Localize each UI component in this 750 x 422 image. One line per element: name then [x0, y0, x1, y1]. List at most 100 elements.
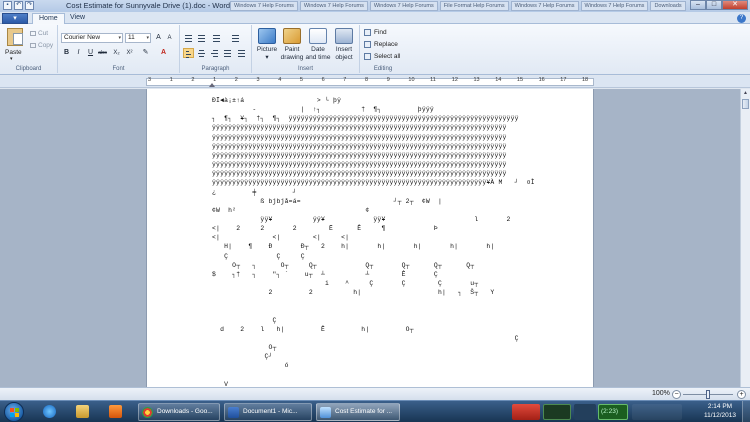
ruler-number: 2	[191, 77, 195, 83]
document-line: ó	[212, 362, 289, 370]
taskbar-window-cost-estimate[interactable]: Cost Estimate for ...	[316, 403, 400, 421]
show-desktop-button[interactable]	[742, 401, 750, 422]
left-indent-marker[interactable]	[209, 83, 215, 87]
system-tray-icons[interactable]	[632, 404, 682, 420]
window-title: Cost Estimate for Sunnyvale Drive (1).do…	[66, 1, 244, 10]
scroll-thumb[interactable]	[742, 99, 749, 109]
clock-time[interactable]: 2:14 PM	[700, 403, 740, 410]
zoom-out-button[interactable]: −	[672, 390, 681, 399]
document-line: ß bjbjå=á= ┘┬ 2┬ ¢W |	[212, 197, 442, 205]
find-label: Find	[374, 29, 387, 37]
start-button[interactable]	[4, 402, 24, 422]
picture-icon	[258, 28, 276, 44]
underline-button[interactable]: U	[85, 48, 96, 58]
scissors-icon	[30, 30, 36, 36]
background-tab: File Format Help Forums	[439, 1, 509, 11]
document-page[interactable]: ÐÏ◄à¡±↑á > └ þÿ - | ↑┐ † ¶┐ þÿÿÿ ┐ ¶┐ ¥┐ …	[146, 89, 594, 387]
subscript-button[interactable]: X₂	[111, 48, 122, 58]
bold-button[interactable]: B	[61, 48, 72, 58]
background-tab: Windows 7 Help Forums	[580, 1, 649, 11]
paste-dropdown-icon[interactable]: ▾	[10, 56, 13, 62]
maximize-button[interactable]: □	[706, 0, 722, 10]
document-line: ÿÿ¥ ÿÿ¥ ÿÿ¥ l 2	[212, 215, 511, 223]
tray-badge[interactable]: (2:23)	[598, 404, 628, 420]
select-all-button[interactable]: Select all	[364, 53, 400, 60]
decrease-indent-button[interactable]	[183, 33, 194, 43]
align-right-button[interactable]	[209, 48, 220, 58]
chrome-icon	[142, 407, 153, 418]
taskbar-window-downloads[interactable]: Downloads - Goo...	[138, 403, 220, 421]
redo-icon[interactable]: ↷	[25, 1, 34, 10]
save-icon[interactable]: ▪	[3, 1, 12, 10]
zoom-slider-thumb[interactable]	[706, 390, 710, 399]
ruler-number: 4	[278, 77, 282, 83]
editing-group-label: Editing	[373, 66, 393, 72]
document-line: 2 2 h| h| ┐ Š┬ Y	[212, 289, 495, 297]
close-button[interactable]: ✕	[722, 0, 748, 10]
zoom-in-button[interactable]: +	[737, 390, 746, 399]
font-size-value: 11	[128, 34, 135, 41]
find-button[interactable]: Find	[364, 29, 387, 36]
ruler-number: 1	[169, 77, 173, 83]
insert-picture-button[interactable]: Picture ▾	[254, 28, 280, 61]
insert-object-button[interactable]: Insert object	[331, 28, 357, 61]
tab-view[interactable]: View	[64, 13, 91, 24]
grow-font-button[interactable]: A	[153, 33, 164, 43]
date-time-button[interactable]: Date and time	[305, 28, 331, 61]
paste-button[interactable]: Paste	[5, 49, 22, 56]
background-tab: Windows 7 Help Forums	[299, 1, 368, 11]
tray-arrow-icon[interactable]	[574, 404, 596, 420]
office-tray-icon[interactable]	[512, 404, 540, 420]
paste-icon[interactable]	[7, 28, 23, 46]
font-family-select[interactable]: Courier New ▾	[61, 33, 123, 43]
highlight-button[interactable]: ✎	[140, 48, 151, 58]
document-line: Ç	[212, 316, 277, 324]
paragraph-settings-button[interactable]	[236, 48, 247, 58]
strikethrough-button[interactable]: abc	[97, 48, 108, 58]
paint-icon	[283, 28, 301, 44]
align-left-button[interactable]	[183, 48, 194, 58]
document-line: - | ↑┐ † ¶┐ þÿÿÿ	[212, 106, 434, 114]
increase-indent-button[interactable]	[196, 33, 207, 43]
media-player-button[interactable]	[101, 403, 131, 421]
clock-date[interactable]: 11/12/2013	[700, 412, 740, 419]
align-center-button[interactable]	[196, 48, 207, 58]
document-line: ┐ ¶┐ ¥┐ †┐ ¶┐ ÿÿÿÿÿÿÿÿÿÿÿÿÿÿÿÿÿÿÿÿÿÿÿÿÿÿ…	[212, 115, 519, 123]
network-graph-icon[interactable]	[543, 404, 571, 420]
font-group-label: Font	[112, 66, 125, 72]
background-tab: Windows 7 Help Forums	[369, 1, 438, 11]
app-menu-button[interactable]: ▾	[2, 13, 28, 24]
line-spacing-button[interactable]	[230, 33, 241, 43]
document-line: H| ¶ Ð Ð┬ 2 h| h| h| h| h|	[212, 243, 495, 251]
font-size-select[interactable]: 11 ▾	[125, 33, 151, 43]
document-line: Ç┘	[212, 353, 273, 361]
copy-button[interactable]: Copy	[30, 42, 53, 49]
document-line: ÐÏ◄à¡±↑á > └ þÿ	[212, 97, 342, 104]
copy-icon	[30, 42, 36, 48]
paint-drawing-button[interactable]: Paint drawing	[279, 28, 305, 61]
superscript-button[interactable]: X²	[124, 48, 135, 58]
vertical-scrollbar[interactable]: ▲	[740, 89, 750, 387]
internet-explorer-button[interactable]	[35, 403, 65, 421]
help-icon[interactable]: ?	[737, 14, 746, 23]
cut-button[interactable]: Cut	[30, 30, 48, 37]
taskbar-window-document1[interactable]: Document1 - Mic...	[224, 403, 312, 421]
file-explorer-button[interactable]	[68, 403, 98, 421]
bullets-button[interactable]	[211, 33, 222, 43]
ruler-number: 10	[408, 77, 415, 83]
font-color-button[interactable]: A	[158, 48, 169, 58]
justify-button[interactable]	[222, 48, 233, 58]
minimize-button[interactable]: –	[690, 0, 706, 10]
scroll-up-icon[interactable]: ▲	[741, 89, 750, 98]
caption-buttons: – □ ✕	[690, 0, 748, 10]
cut-label: Cut	[38, 30, 49, 37]
status-bar: 100% − +	[0, 387, 750, 400]
tab-home[interactable]: Home	[32, 13, 65, 24]
chevron-down-icon: ▾	[265, 53, 269, 61]
replace-button[interactable]: Replace	[364, 41, 398, 48]
object-icon	[335, 28, 353, 44]
italic-button[interactable]: I	[73, 48, 84, 58]
undo-icon[interactable]: ↶	[14, 1, 23, 10]
shrink-font-button[interactable]: A	[164, 33, 175, 43]
document-line: <| 2 2 2 Ë Ê ¶ Þ	[212, 225, 438, 233]
